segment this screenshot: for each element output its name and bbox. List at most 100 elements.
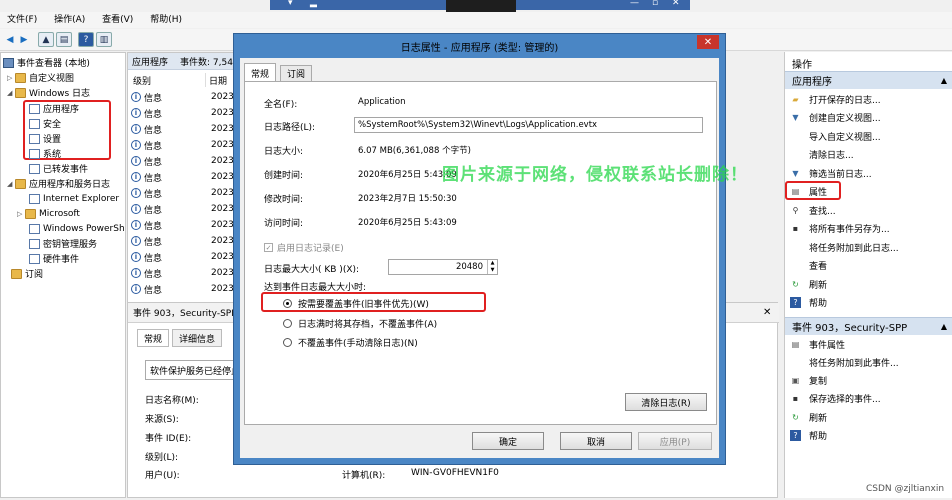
action-event-properties[interactable]: ▤ 事件属性 (790, 336, 845, 352)
close-detail-icon[interactable]: ✕ (763, 307, 771, 318)
tree-log-security[interactable]: 安全 (29, 116, 61, 131)
cancel-button[interactable]: 取消 (560, 432, 632, 450)
detail-tab-details[interactable]: 详细信息 (172, 329, 223, 347)
event-row[interactable]: i 信息 2023/ (131, 249, 237, 265)
event-row[interactable]: i 信息 2023/ (131, 105, 237, 121)
action-label: 将任务附加到此日志... (809, 243, 899, 254)
tree-subscriptions[interactable]: 订阅 (11, 266, 43, 281)
full-name-label: 全名(F): (264, 100, 298, 110)
info-icon: i (131, 188, 141, 198)
event-row[interactable]: i 信息 2023/ (131, 281, 237, 297)
action-open-saved-log[interactable]: ▰ 打开保存的日志... (790, 91, 881, 107)
column-level[interactable]: 级别 (130, 73, 206, 87)
apply-button[interactable]: 应用(P) (638, 432, 712, 450)
action-pane-icon[interactable]: ▥ (96, 32, 112, 47)
collapse-up-icon[interactable]: ▲ (941, 76, 947, 85)
help-icon[interactable]: ? (78, 32, 94, 47)
tab-general[interactable]: 常规 (244, 63, 277, 82)
dialog-close-button[interactable]: ✕ (697, 35, 719, 49)
event-row[interactable]: i 信息 2023/ (131, 89, 237, 105)
tree-internet-explorer[interactable]: Internet Explorer (29, 191, 119, 206)
max-size-field[interactable]: 20480 (388, 259, 498, 275)
action-refresh[interactable]: ↻ 刷新 (790, 276, 827, 292)
restore-icon[interactable]: ▫ (652, 0, 658, 8)
event-row[interactable]: i 信息 2023/ (131, 185, 237, 201)
event-row[interactable]: i 信息 2023/ (131, 169, 237, 185)
credit-text: CSDN @zjltianxin (866, 484, 945, 494)
tree-log-setup[interactable]: 设置 (29, 131, 61, 146)
console-tree-icon[interactable]: ▤ (56, 32, 72, 47)
menu-action[interactable]: 操作(A) (47, 12, 92, 28)
action-save-selected-events[interactable]: ▪ 保存选择的事件... (790, 391, 881, 407)
menu-file[interactable]: 文件(F) (0, 12, 44, 28)
tree-hardware-events[interactable]: 硬件事件 (29, 251, 79, 266)
radio-archive-when-full[interactable]: 日志满时将其存档，不覆盖事件(A) (283, 317, 437, 330)
event-row[interactable]: i 信息 2023/ (131, 217, 237, 233)
action-save-all-events[interactable]: ▪ 将所有事件另存为... (790, 221, 890, 237)
tree-forwarded-events[interactable]: 已转发事件 (29, 161, 88, 176)
action-copy[interactable]: ▣ 复制 (790, 373, 827, 389)
action-help-event[interactable]: ? 帮助 (790, 428, 827, 444)
event-row[interactable]: i 信息 2023/ (131, 233, 237, 249)
pin-icon[interactable]: ▾ (288, 0, 293, 8)
tab-subscriptions[interactable]: 订阅 (280, 65, 313, 81)
collapse-up-icon[interactable]: ▲ (941, 322, 947, 331)
action-import-custom-view[interactable]: 导入自定义视图... (790, 128, 881, 144)
forward-arrow-icon[interactable]: ▶ (16, 32, 32, 47)
event-level: 信息 (144, 157, 163, 168)
event-row[interactable]: i 信息 2023/ (131, 137, 237, 153)
action-create-custom-view[interactable]: ▼ 创建自定义视图... (790, 110, 880, 126)
event-row[interactable]: i 信息 2023/ (131, 153, 237, 169)
tree-root[interactable]: 事件查看器 (本地) (3, 55, 90, 70)
accessed-label: 访问时间: (264, 219, 304, 229)
collapse-arrow-icon[interactable]: ◢ (7, 180, 15, 188)
radio-selected-icon (283, 299, 292, 308)
event-level: 信息 (144, 269, 163, 280)
spinner-icon[interactable]: ▲ ▼ (487, 260, 497, 274)
action-attach-task-event[interactable]: 将任务附加到此事件... (790, 354, 899, 370)
radio-overwrite-as-needed[interactable]: 按需要覆盖事件(旧事件优先)(W) (283, 297, 429, 310)
action-refresh-event[interactable]: ↻ 刷新 (790, 409, 827, 425)
event-row[interactable]: i 信息 2023/ (131, 201, 237, 217)
action-label: 打开保存的日志... (809, 95, 881, 106)
log-path-field[interactable]: %SystemRoot%\System32\Winevt\Logs\Applic… (354, 117, 703, 133)
action-clear-log[interactable]: 清除日志... (790, 147, 854, 163)
tree-windows-powershell[interactable]: Windows PowerSh (29, 221, 125, 236)
action-label: 导入自定义视图... (809, 132, 881, 143)
action-view[interactable]: 查看 (790, 258, 827, 274)
actions-section-event[interactable]: 事件 903，Security-SPP ▲ (785, 317, 952, 335)
action-filter-current-log[interactable]: ▼ 筛选当前日志... (790, 165, 871, 181)
actions-section-application[interactable]: 应用程序 ▲ (785, 71, 952, 89)
action-find[interactable]: ⚲ 查找... (790, 202, 836, 218)
log-path-label: 日志路径(L): (264, 123, 316, 133)
action-label: 查看 (809, 262, 828, 272)
ok-button[interactable]: 确定 (472, 432, 544, 450)
info-icon: i (131, 220, 141, 230)
menu-help[interactable]: 帮助(H) (143, 12, 189, 28)
tree-microsoft[interactable]: ▷ Microsoft (17, 206, 80, 221)
info-icon: i (131, 236, 141, 246)
tree-custom-views[interactable]: ▷ 自定义视图 (7, 70, 74, 85)
folder-up-icon[interactable]: ▲ (38, 32, 54, 47)
detail-label-level: 级别(L): (145, 453, 179, 463)
event-row[interactable]: i 信息 2023/ (131, 265, 237, 281)
action-help[interactable]: ? 帮助 (790, 295, 827, 311)
menu-view[interactable]: 查看(V) (95, 12, 140, 28)
console-tree: 事件查看器 (本地) ▷ 自定义视图 ◢ Windows 日志 应用程序 安全 … (0, 52, 126, 498)
detail-tab-general[interactable]: 常规 (137, 329, 170, 347)
expand-arrow-icon[interactable]: ▷ (7, 74, 15, 82)
tree-log-application[interactable]: 应用程序 (29, 101, 79, 116)
tree-key-management[interactable]: 密钥管理服务 (29, 236, 97, 251)
event-row[interactable]: i 信息 2023/ (131, 121, 237, 137)
action-attach-task-log[interactable]: 将任务附加到此日志... (790, 239, 899, 255)
tree-windows-logs[interactable]: ◢ Windows 日志 (7, 85, 90, 100)
clear-log-button[interactable]: 清除日志(R) (625, 393, 707, 411)
close-icon[interactable]: ✕ (672, 0, 680, 8)
minimize-icon[interactable]: — (630, 0, 639, 8)
tree-apps-services[interactable]: ◢ 应用程序和服务日志 (7, 176, 110, 191)
tree-log-system[interactable]: 系统 (29, 146, 61, 161)
expand-arrow-icon[interactable]: ▷ (17, 210, 25, 218)
enable-logging-checkbox[interactable]: ✓ 启用日志记录(E) (264, 241, 344, 254)
radio-do-not-overwrite[interactable]: 不覆盖事件(手动清除日志)(N) (283, 336, 418, 349)
collapse-arrow-icon[interactable]: ◢ (7, 89, 15, 97)
